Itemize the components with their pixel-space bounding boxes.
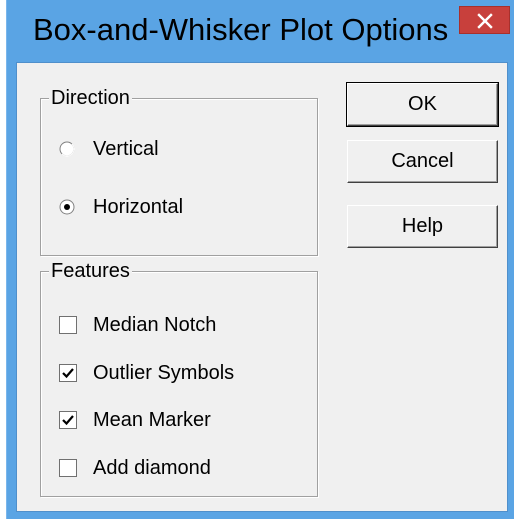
features-group: Features Median Notch Outlier Symbols Me… bbox=[40, 259, 318, 497]
outlier-symbols-label: Outlier Symbols bbox=[93, 362, 235, 384]
close-icon bbox=[477, 13, 493, 29]
title-bar[interactable]: Box-and-Whisker Plot Options bbox=[7, 0, 514, 62]
checkbox-unchecked-icon bbox=[59, 459, 77, 477]
direction-group: Direction Vertical Horizontal bbox=[40, 86, 318, 256]
add-diamond-label: Add diamond bbox=[93, 457, 211, 479]
cancel-button[interactable]: Cancel bbox=[347, 140, 498, 183]
features-legend: Features bbox=[49, 259, 132, 283]
mean-marker-label: Mean Marker bbox=[93, 409, 211, 431]
radio-selected-icon bbox=[59, 199, 75, 215]
checkbox-checked-icon bbox=[59, 411, 77, 429]
ok-button[interactable]: OK bbox=[346, 82, 499, 127]
radio-unselected-icon bbox=[59, 141, 75, 157]
checkbox-unchecked-icon bbox=[59, 316, 77, 334]
median-notch-label: Median Notch bbox=[93, 314, 217, 336]
radio-vertical-label: Vertical bbox=[93, 138, 159, 160]
close-button[interactable] bbox=[459, 6, 510, 34]
dialog-title: Box-and-Whisker Plot Options bbox=[33, 12, 449, 47]
checkbox-checked-icon bbox=[59, 364, 77, 382]
direction-legend: Direction bbox=[49, 86, 132, 110]
dialog-client-area: Direction Vertical Horizontal Features M… bbox=[16, 62, 508, 512]
radio-horizontal-label: Horizontal bbox=[93, 196, 184, 218]
dialog-window: Box-and-Whisker Plot Options Direction V… bbox=[6, 0, 514, 519]
help-button[interactable]: Help bbox=[347, 205, 498, 248]
